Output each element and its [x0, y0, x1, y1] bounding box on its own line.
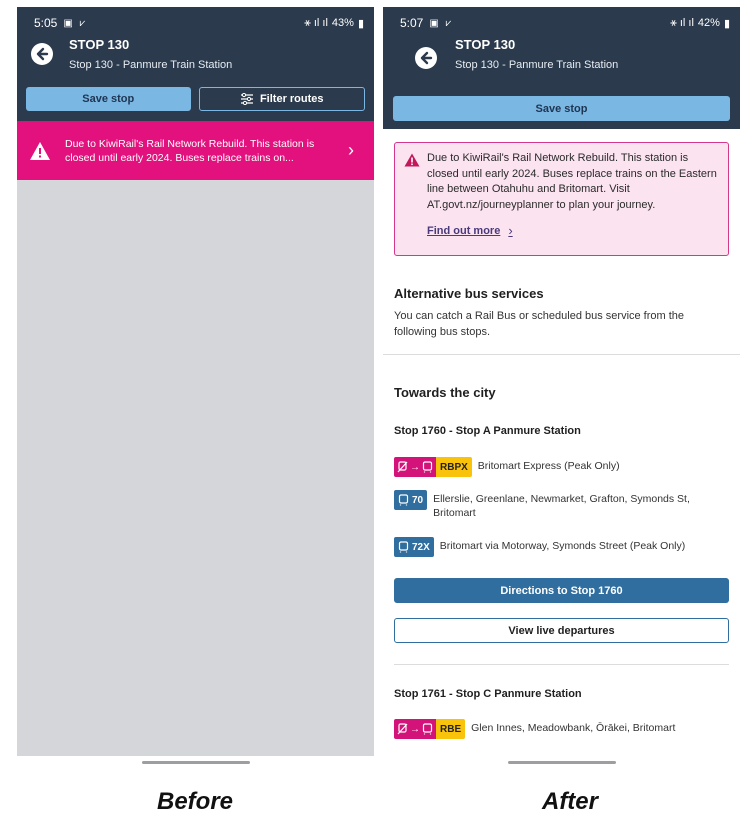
before-screen: 5:05 ▣ ⩗ ⚹ ıl ıl 43% ▮ STOP 130 Stop 130… [17, 7, 374, 770]
route-code: RBPX [436, 457, 472, 477]
battery-icon: ▮ [723, 17, 730, 30]
after-caption: After [541, 788, 598, 814]
route-description: Britomart via Motorway, Symonds Street (… [439, 540, 686, 552]
bus-icon [398, 494, 409, 506]
route-description: Glen Innes, Meadowbank, Ōrākei, Britomar… [471, 722, 676, 734]
rail-bus-badge: → RBE [394, 719, 466, 739]
bus-icon [422, 723, 433, 735]
stop-1761-heading: Stop 1761 - Stop C Panmure Station [394, 688, 582, 700]
notification-icons: ▣ ⩗ [63, 17, 88, 29]
save-stop-button[interactable]: Save stop [393, 96, 730, 121]
bus-route-badge: 70 [394, 490, 428, 510]
alternative-services-text: You can catch a Rail Bus or scheduled bu… [394, 310, 685, 338]
view-live-departures-button[interactable]: View live departures [394, 618, 729, 643]
battery-level: 42% [697, 17, 720, 29]
status-bar: 5:05 ▣ ⩗ ⚹ ıl ıl 43% ▮ [34, 15, 364, 31]
battery-level: 43% [331, 17, 354, 29]
status-time: 5:07 [400, 16, 424, 30]
no-train-icon [397, 723, 408, 735]
stop-1760-heading: Stop 1760 - Stop A Panmure Station [394, 425, 581, 437]
stop-title: STOP 130 [69, 37, 130, 52]
status-bar: 5:07 ▣ ⩗ ⚹ ıl ıl 42% ▮ [400, 15, 730, 31]
route-row: 72X Britomart via Motorway, Symonds Stre… [394, 537, 729, 557]
stop-header: 5:07 ▣ ⩗ ⚹ ıl ıl 42% ▮ STOP 130 Stop 130… [383, 7, 740, 129]
status-time: 5:05 [34, 16, 58, 30]
route-code: RBE [436, 719, 466, 739]
signal-icon: ⚹ ıl ıl [670, 16, 694, 29]
bus-route-badge: 72X [394, 537, 434, 557]
notification-icons: ▣ ⩗ [429, 17, 454, 29]
stop-subtitle: Stop 130 - Panmure Train Station [455, 59, 619, 71]
back-button[interactable] [415, 47, 437, 69]
towards-city-title: Towards the city [394, 385, 496, 400]
status-right: ⚹ ıl ıl 43% ▮ [304, 17, 364, 30]
stop-subtitle: Stop 130 - Panmure Train Station [69, 59, 233, 71]
filter-routes-button[interactable]: Filter routes [198, 87, 365, 111]
route-code: 72X [412, 541, 430, 553]
stop-title: STOP 130 [455, 37, 516, 52]
header-actions: Save stop Filter routes [26, 87, 365, 111]
save-stop-button[interactable]: Save stop [26, 87, 191, 111]
filter-icon [240, 93, 253, 105]
rail-replacement-icon: → [394, 457, 436, 477]
rail-replacement-icon: → [394, 719, 436, 739]
find-out-more-link[interactable]: Find out more › [427, 223, 513, 238]
before-caption: Before [156, 788, 234, 814]
chevron-right-icon: › [508, 223, 513, 238]
route-row: → RBE Glen Innes, Meadowbank, Ōrākei, Br… [394, 719, 729, 739]
route-description: Ellerslie, Greenlane, Newmarket, Grafton… [433, 493, 690, 519]
home-indicator[interactable] [507, 761, 616, 764]
disruption-alert-banner[interactable]: Due to KiwiRail's Rail Network Rebuild. … [17, 121, 374, 180]
back-button[interactable] [31, 43, 53, 65]
alternative-services-title: Alternative bus services [394, 286, 544, 301]
rail-bus-badge: → RBPX [394, 457, 472, 477]
status-right: ⚹ ıl ıl 42% ▮ [670, 17, 730, 30]
arrow-right-icon: → [410, 461, 420, 473]
filter-routes-label: Filter routes [259, 93, 324, 105]
find-out-more-label: Find out more [427, 224, 501, 237]
directions-button[interactable]: Directions to Stop 1760 [394, 578, 729, 603]
signal-icon: ⚹ ıl ıl [304, 16, 328, 29]
divider [383, 354, 740, 355]
stop-header: 5:05 ▣ ⩗ ⚹ ıl ıl 43% ▮ STOP 130 Stop 130… [17, 7, 374, 121]
warning-icon [30, 141, 50, 160]
bus-icon [422, 461, 433, 473]
route-row: → RBPX Britomart Express (Peak Only) [394, 457, 729, 477]
after-screen: 5:07 ▣ ⩗ ⚹ ıl ıl 42% ▮ STOP 130 Stop 130… [383, 7, 740, 770]
arrow-right-icon: → [410, 723, 420, 735]
no-train-icon [397, 461, 408, 473]
route-row: 70 Ellerslie, Greenlane, Newmarket, Graf… [394, 490, 729, 520]
route-description: Britomart Express (Peak Only) [477, 460, 620, 472]
disruption-alert: Due to KiwiRail's Rail Network Rebuild. … [394, 142, 729, 256]
stop-content[interactable]: Due to KiwiRail's Rail Network Rebuild. … [383, 129, 740, 756]
back-arrow-icon [36, 47, 49, 61]
route-code: 70 [412, 494, 424, 506]
alert-text: Due to KiwiRail's Rail Network Rebuild. … [65, 137, 315, 164]
back-arrow-icon [420, 51, 433, 65]
bus-icon [398, 541, 409, 553]
chevron-right-icon: › [348, 140, 354, 160]
battery-icon: ▮ [357, 17, 364, 30]
divider [394, 664, 729, 665]
warning-icon [404, 153, 420, 167]
home-indicator[interactable] [141, 761, 250, 764]
alert-text: Due to KiwiRail's Rail Network Rebuild. … [427, 152, 717, 211]
